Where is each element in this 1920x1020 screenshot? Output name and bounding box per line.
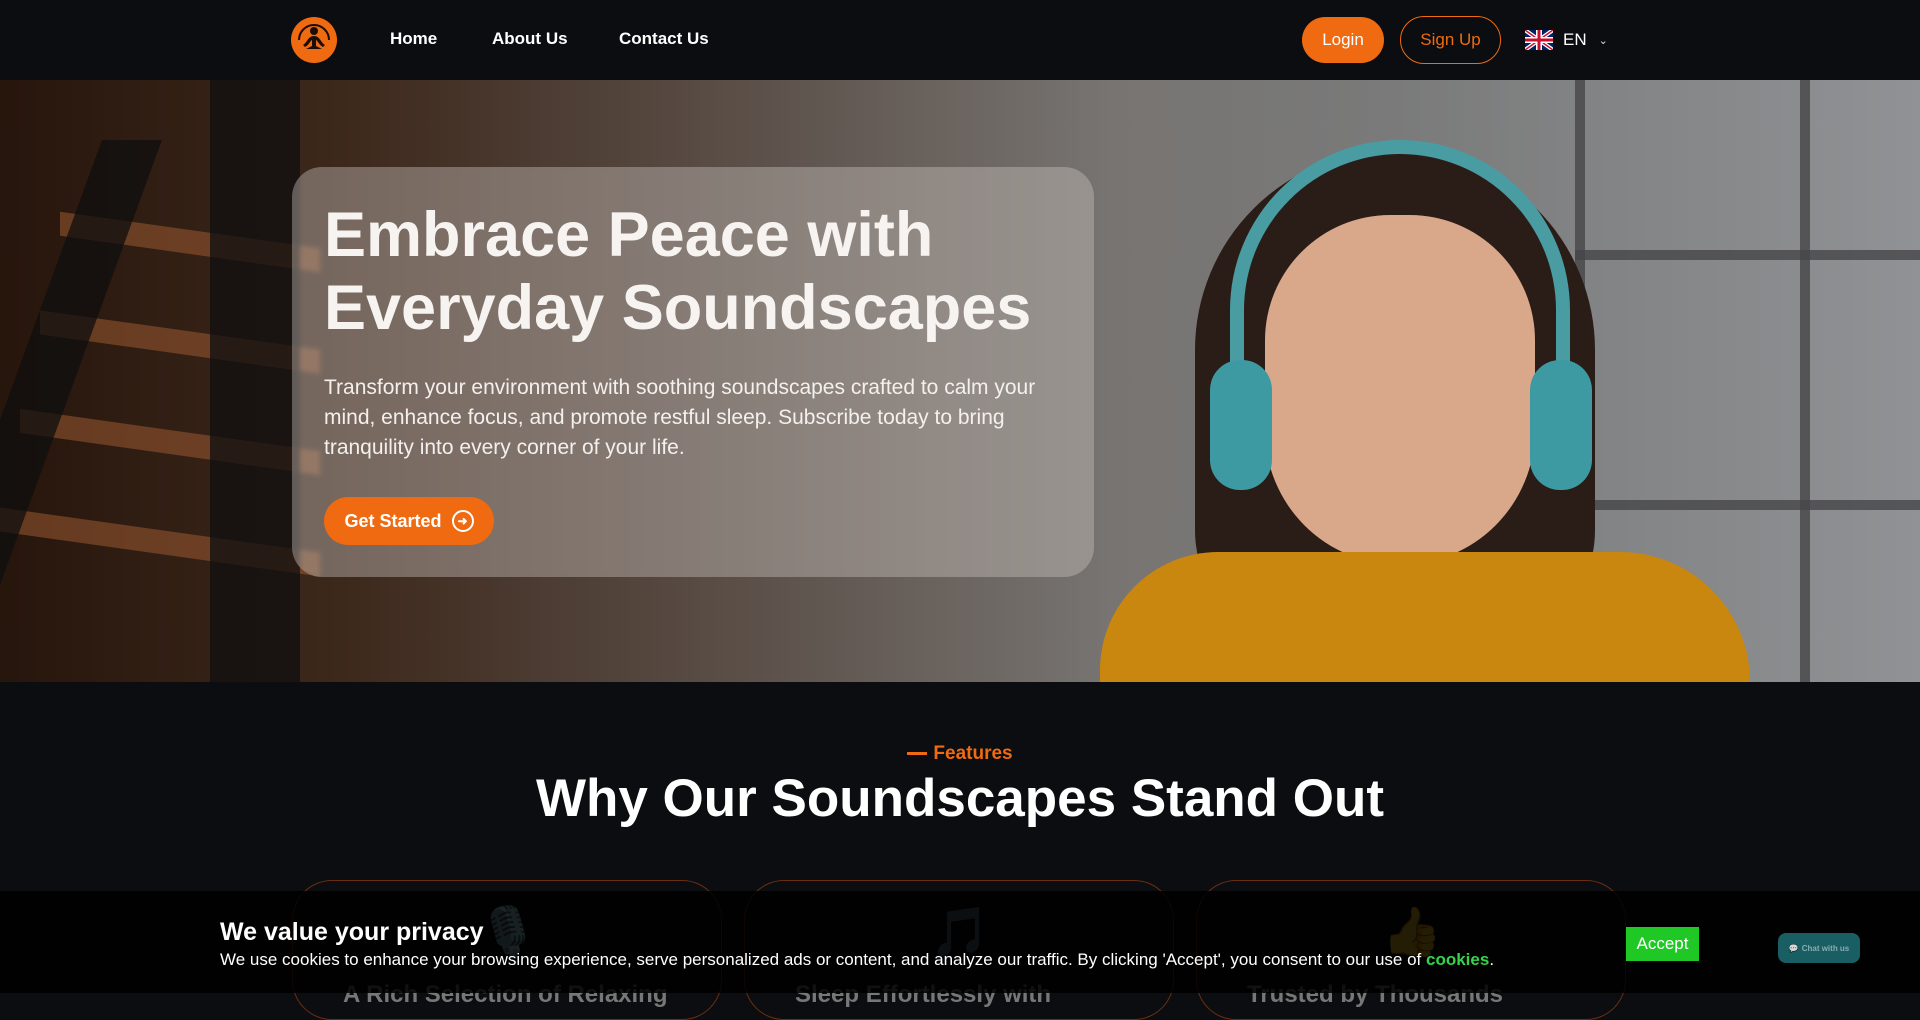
- get-started-button[interactable]: Get Started ➜: [324, 497, 494, 545]
- navbar: Home About Us Contact Us Login Sign Up E…: [0, 0, 1920, 80]
- cookie-text-body: We use cookies to enhance your browsing …: [220, 950, 1422, 969]
- nav-link-home[interactable]: Home: [390, 29, 437, 49]
- person-shirt: [1100, 552, 1750, 682]
- chevron-down-icon: ⌄: [1598, 34, 1608, 47]
- logo-icon[interactable]: [291, 17, 337, 63]
- uk-flag-icon: [1525, 30, 1553, 50]
- chat-label: Chat with us: [1801, 943, 1850, 953]
- hero-person-image: [1100, 120, 1750, 682]
- language-selector[interactable]: EN ⌄: [1525, 27, 1608, 53]
- headphone-cup: [1210, 360, 1272, 490]
- background-window-frame: [1800, 80, 1810, 682]
- headphone-cup: [1530, 360, 1592, 490]
- background-beam: [210, 80, 300, 682]
- signup-button[interactable]: Sign Up: [1400, 16, 1501, 64]
- cookie-text-period: .: [1489, 950, 1495, 969]
- nav-link-contact[interactable]: Contact Us: [619, 29, 709, 49]
- hero-description: Transform your environment with soothing…: [324, 376, 1036, 459]
- chat-bubble-icon: 💬: [1788, 943, 1799, 953]
- nav-link-about[interactable]: About Us: [492, 29, 568, 49]
- cookie-banner: We value your privacy We use cookies to …: [0, 891, 1920, 993]
- dash-decoration: [907, 752, 928, 756]
- cookie-text: We use cookies to enhance your browsing …: [220, 950, 1494, 970]
- hero-title: Embrace Peace with Everyday Soundscapes: [324, 200, 1032, 343]
- features-tag: Features: [0, 743, 1920, 765]
- accept-cookies-button[interactable]: Accept: [1626, 927, 1699, 961]
- language-label: EN: [1563, 30, 1587, 49]
- login-button[interactable]: Login: [1302, 17, 1384, 63]
- features-title: Why Our Soundscapes Stand Out: [535, 769, 1385, 828]
- hero-card: Embrace Peace with Everyday Soundscapes …: [292, 167, 1094, 577]
- chat-widget-button[interactable]: 💬 Chat with us: [1778, 933, 1860, 963]
- cookies-link[interactable]: cookies: [1426, 950, 1489, 969]
- get-started-label: Get Started: [344, 510, 442, 531]
- cookie-title: We value your privacy: [220, 918, 484, 946]
- features-tag-label: Features: [933, 743, 1013, 764]
- background-beam: [0, 140, 162, 682]
- hero-section: Embrace Peace with Everyday Soundscapes …: [0, 80, 1920, 682]
- arrow-right-circle-icon: ➜: [451, 510, 474, 532]
